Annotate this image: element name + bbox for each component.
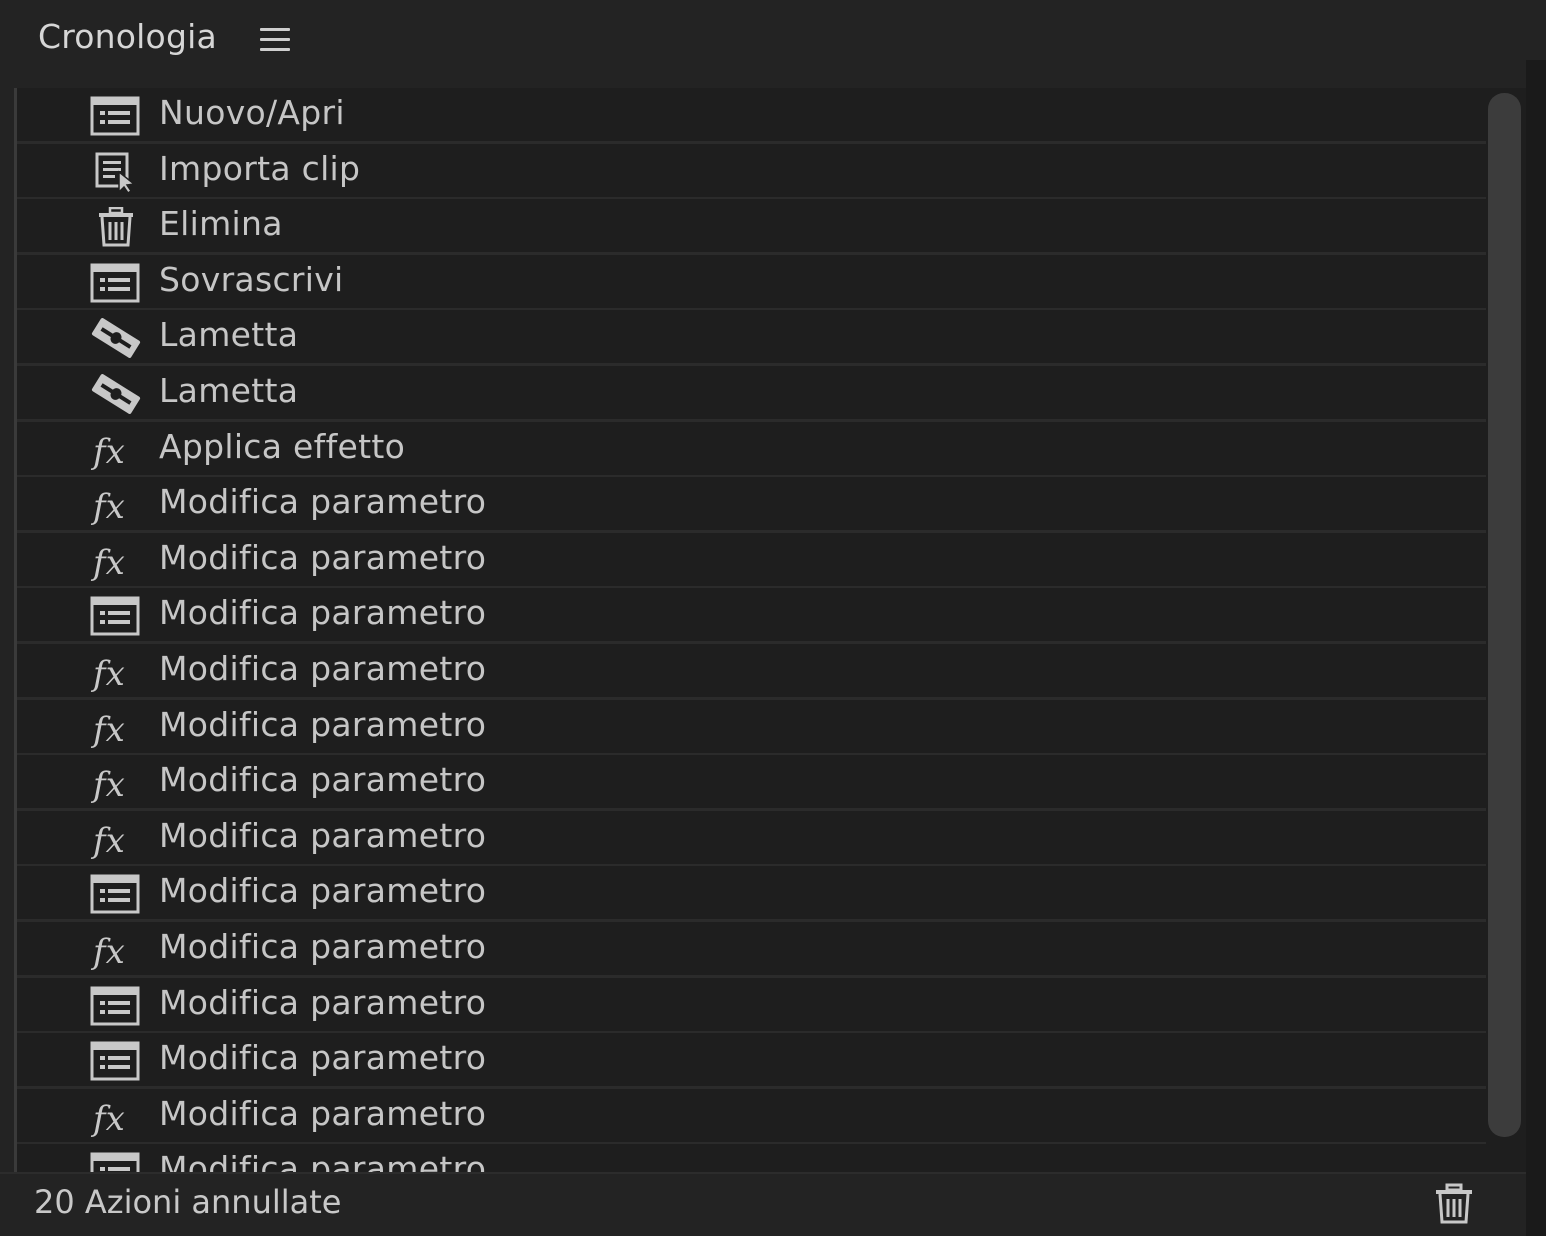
panel-title: Cronologia [38,17,217,56]
fx-icon: fx [89,819,143,859]
trash-icon [89,207,143,247]
history-item-label: Modifica parametro [159,482,487,522]
svg-text:fx: fx [90,1099,125,1137]
sequence-icon [89,874,143,914]
svg-text:fx: fx [90,654,125,692]
sequence-icon [89,1041,143,1081]
history-item[interactable]: Elimina [17,199,1486,256]
svg-text:fx: fx [90,710,125,748]
trash-icon [1436,1183,1472,1224]
undo-status-text: 20 Azioni annullate [34,1183,342,1221]
fx-icon: fx [89,930,143,970]
history-item-label: Modifica parametro [159,1038,487,1078]
fx-icon: fx [89,708,143,748]
history-item-label: Lametta [159,371,299,410]
history-item[interactable]: Modifica parametro [17,1144,1486,1172]
sequence-icon [89,96,143,136]
history-item-label: Modifica parametro [159,704,487,744]
history-item-label: Modifica parametro [159,649,487,688]
history-item-label: Modifica parametro [159,815,487,855]
history-item-label: Importa clip [159,148,361,188]
history-item-label: Modifica parametro [159,1149,487,1172]
history-item-label: Applica effetto [159,426,406,466]
fx-icon: fx [89,541,143,581]
history-item[interactable]: Lametta [17,310,1486,367]
sequence-icon [89,263,143,303]
fx-icon: fx [89,763,143,803]
history-item[interactable]: Lametta [17,366,1486,422]
history-item[interactable]: fx Applica effetto [17,421,1486,478]
hamburger-menu-icon[interactable] [260,28,290,52]
history-item-label: Modifica parametro [159,871,487,911]
import-clip-icon [89,152,143,192]
history-item-label: Nuovo/Apri [159,93,345,132]
svg-text:fx: fx [90,432,125,470]
history-item-label: Modifica parametro [159,760,487,800]
history-item[interactable]: Sovrascrivi [17,254,1486,311]
history-item-label: Elimina [159,204,283,244]
svg-text:fx: fx [90,765,125,803]
svg-text:fx: fx [90,932,125,970]
sequence-icon [89,986,143,1026]
panel-footer: 20 Azioni annullate [0,1172,1526,1236]
history-list: Nuovo/Apri Importa clip Elimina Sovrascrivi… [14,88,1486,1172]
history-item[interactable]: Modifica parametro [17,1033,1486,1090]
history-item-label: Modifica parametro [159,982,487,1022]
sequence-icon [89,1152,143,1172]
history-item-label: Sovrascrivi [159,259,344,299]
sequence-icon [89,596,143,636]
history-item[interactable]: fx Modifica parametro [17,477,1486,534]
fx-icon: fx [89,430,143,470]
svg-text:fx: fx [90,821,125,859]
scrollbar-thumb[interactable] [1488,93,1521,1137]
razor-blade-icon [89,318,143,359]
history-item[interactable]: fx Modifica parametro [17,755,1486,812]
history-item[interactable]: fx Modifica parametro [17,1088,1486,1145]
fx-icon: fx [89,652,143,692]
razor-blade-icon [89,374,143,414]
history-item[interactable]: fx Modifica parametro [17,532,1486,589]
history-item[interactable]: Nuovo/Apri [17,88,1486,144]
history-item-label: Modifica parametro [159,537,487,577]
history-item-label: Modifica parametro [159,1093,487,1133]
history-item[interactable]: Modifica parametro [17,588,1486,645]
history-item[interactable]: fx Modifica parametro [17,922,1486,978]
history-item-label: Modifica parametro [159,593,487,633]
delete-history-button[interactable] [1432,1182,1476,1226]
history-item[interactable]: Modifica parametro [17,977,1486,1034]
history-item-label: Modifica parametro [159,927,487,966]
history-item[interactable]: Modifica parametro [17,866,1486,923]
fx-icon: fx [89,485,143,525]
history-item-label: Lametta [159,315,299,355]
svg-text:fx: fx [90,487,125,525]
history-item[interactable]: fx Modifica parametro [17,810,1486,867]
history-item[interactable]: Importa clip [17,143,1486,200]
panel-edge [1526,60,1546,1236]
fx-icon: fx [89,1097,143,1137]
history-item[interactable]: fx Modifica parametro [17,699,1486,756]
panel-header: Cronologia [0,0,1546,88]
history-item[interactable]: fx Modifica parametro [17,644,1486,700]
svg-text:fx: fx [90,543,125,581]
